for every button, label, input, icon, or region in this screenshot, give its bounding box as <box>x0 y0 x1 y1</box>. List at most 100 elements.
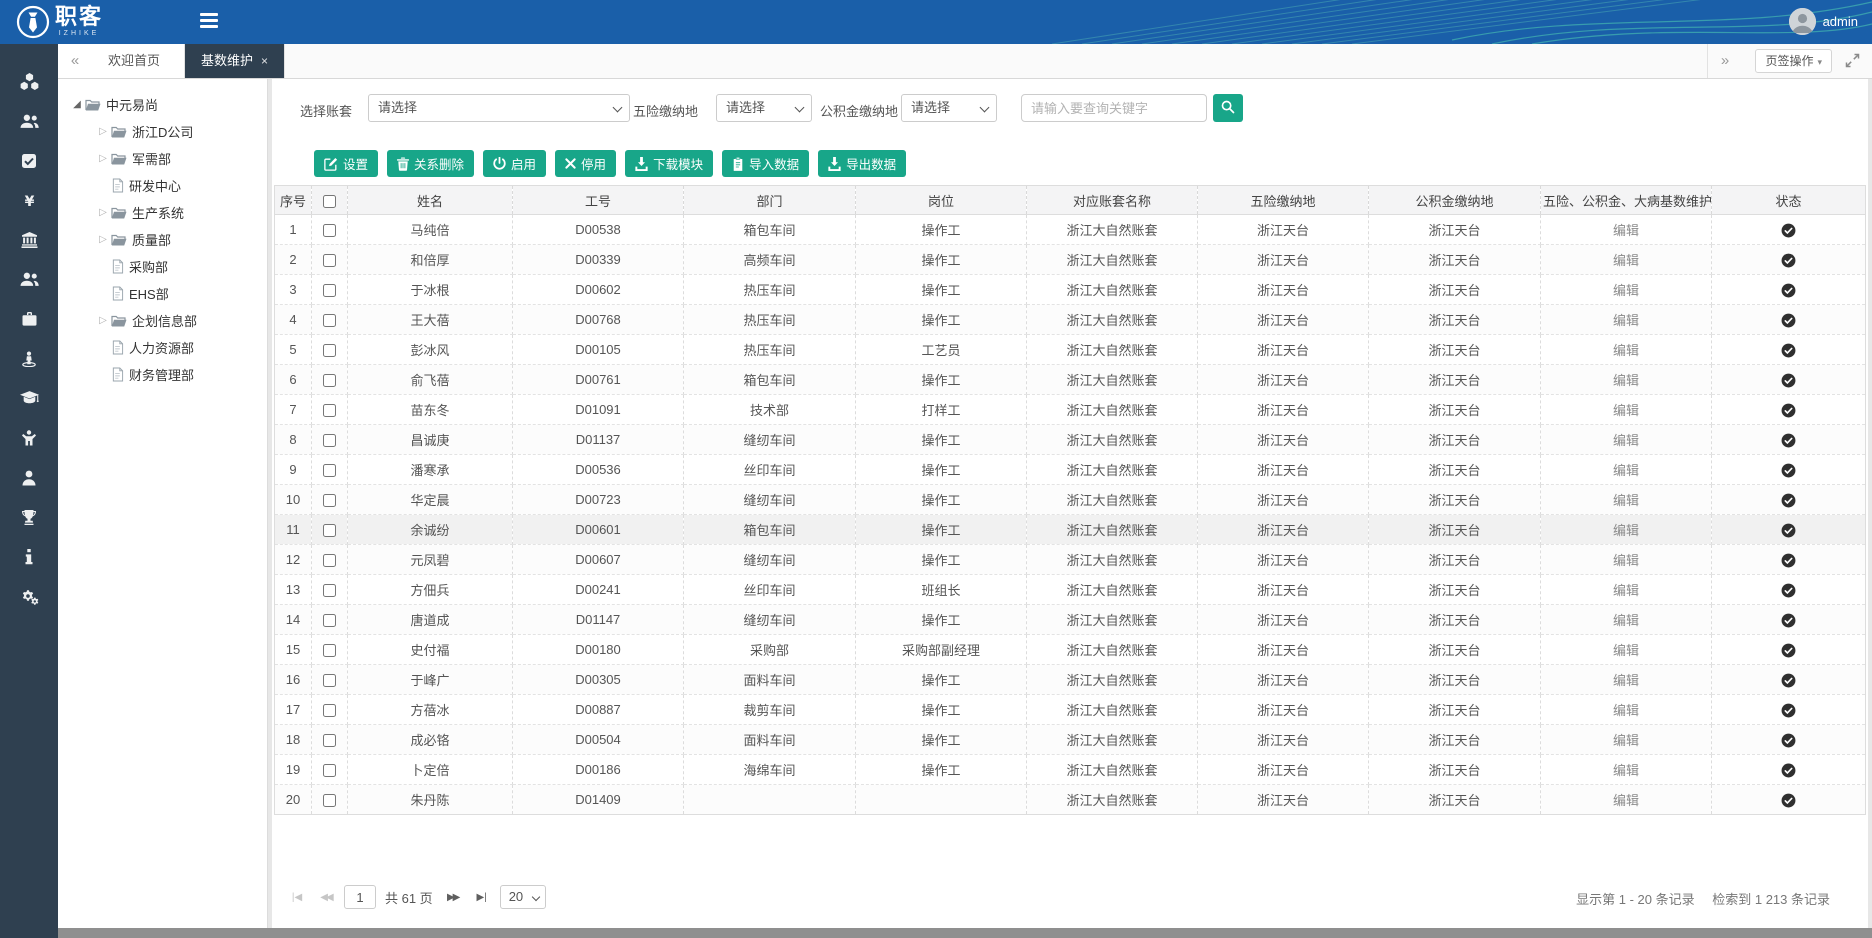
tree-item[interactable]: ▷ 军需部 <box>58 145 267 172</box>
account-select[interactable]: 请选择 <box>368 94 630 122</box>
table-row[interactable]: 11 余诚纷 D00601 箱包车间 操作工 浙江大自然账套 浙江天台 浙江天台… <box>275 515 1866 545</box>
expand-icon[interactable] <box>1845 53 1860 71</box>
status-enabled-icon[interactable] <box>1781 763 1796 778</box>
table-row[interactable]: 5 彭冰风 D00105 热压车间 工艺员 浙江大自然账套 浙江天台 浙江天台 … <box>275 335 1866 365</box>
status-enabled-icon[interactable] <box>1781 493 1796 508</box>
table-row[interactable]: 13 方佃兵 D00241 丝印车间 班组长 浙江大自然账套 浙江天台 浙江天台… <box>275 575 1866 605</box>
edit-link[interactable]: 编辑 <box>1613 613 1639 628</box>
table-row[interactable]: 16 于峰广 D00305 面料车间 操作工 浙江大自然账套 浙江天台 浙江天台… <box>275 665 1866 695</box>
tab-close-icon[interactable]: × <box>261 54 268 68</box>
sidebar-item[interactable] <box>0 62 58 102</box>
tree-item[interactable]: 研发中心 <box>58 172 267 199</box>
sidebar-item[interactable] <box>0 537 58 577</box>
edit-link[interactable]: 编辑 <box>1613 373 1639 388</box>
tree-item[interactable]: ▷ 浙江D公司 <box>58 118 267 145</box>
table-row[interactable]: 9 潘寒承 D00536 丝印车间 操作工 浙江大自然账套 浙江天台 浙江天台 … <box>275 455 1866 485</box>
status-enabled-icon[interactable] <box>1781 793 1796 808</box>
status-enabled-icon[interactable] <box>1781 433 1796 448</box>
status-enabled-icon[interactable] <box>1781 463 1796 478</box>
edit-link[interactable]: 编辑 <box>1613 703 1639 718</box>
scroll-tabs-left-icon[interactable]: « <box>58 44 93 78</box>
tree-item[interactable]: ◢ 中元易尚 <box>58 91 267 118</box>
row-checkbox[interactable] <box>323 554 336 567</box>
edit-link[interactable]: 编辑 <box>1613 283 1639 298</box>
sidebar-item[interactable] <box>0 220 58 260</box>
edit-link[interactable]: 编辑 <box>1613 673 1639 688</box>
status-enabled-icon[interactable] <box>1781 313 1796 328</box>
page-size-select[interactable]: 20 <box>500 885 546 909</box>
edit-link[interactable]: 编辑 <box>1613 493 1639 508</box>
table-row[interactable]: 17 方蓓冰 D00887 裁剪车间 操作工 浙江大自然账套 浙江天台 浙江天台… <box>275 695 1866 725</box>
tree-item[interactable]: 财务管理部 <box>58 361 267 388</box>
status-enabled-icon[interactable] <box>1781 253 1796 268</box>
table-row[interactable]: 1 马纯倍 D00538 箱包车间 操作工 浙江大自然账套 浙江天台 浙江天台 … <box>275 215 1866 245</box>
tree-item[interactable]: EHS部 <box>58 280 267 307</box>
first-page-icon[interactable]: |◀ <box>286 885 308 909</box>
tree-item[interactable]: 采购部 <box>58 253 267 280</box>
status-enabled-icon[interactable] <box>1781 583 1796 598</box>
table-row[interactable]: 3 于冰根 D00602 热压车间 操作工 浙江大自然账套 浙江天台 浙江天台 … <box>275 275 1866 305</box>
table-row[interactable]: 15 史付福 D00180 采购部 采购部副经理 浙江大自然账套 浙江天台 浙江… <box>275 635 1866 665</box>
power-button[interactable]: 启用 <box>483 150 546 177</box>
row-checkbox[interactable] <box>323 674 336 687</box>
row-checkbox[interactable] <box>323 704 336 717</box>
search-button[interactable] <box>1213 94 1243 122</box>
search-input[interactable] <box>1021 94 1207 122</box>
trash-button[interactable]: 关系删除 <box>387 150 474 177</box>
row-checkbox[interactable] <box>323 734 336 747</box>
edit-link[interactable]: 编辑 <box>1613 793 1639 808</box>
row-checkbox[interactable] <box>323 524 336 537</box>
sidebar-item[interactable] <box>0 418 58 458</box>
table-row[interactable]: 10 华定晨 D00723 缝纫车间 操作工 浙江大自然账套 浙江天台 浙江天台… <box>275 485 1866 515</box>
scroll-tabs-right-icon[interactable]: » <box>1707 44 1742 78</box>
tree-caret-icon[interactable]: ▷ <box>96 315 110 326</box>
status-enabled-icon[interactable] <box>1781 673 1796 688</box>
row-checkbox[interactable] <box>323 644 336 657</box>
prev-page-icon[interactable]: ◀◀ <box>315 885 337 909</box>
edit-link[interactable]: 编辑 <box>1613 343 1639 358</box>
table-row[interactable]: 20 朱丹陈 D01409 浙江大自然账套 浙江天台 浙江天台 编辑 <box>275 785 1866 815</box>
table-row[interactable]: 4 王大蓓 D00768 热压车间 操作工 浙江大自然账套 浙江天台 浙江天台 … <box>275 305 1866 335</box>
tree-caret-icon[interactable]: ▷ <box>96 234 110 245</box>
edit-link[interactable]: 编辑 <box>1613 223 1639 238</box>
tree-caret-icon[interactable]: ◢ <box>70 99 84 110</box>
edit-link[interactable]: 编辑 <box>1613 643 1639 658</box>
row-checkbox[interactable] <box>323 314 336 327</box>
edit-link[interactable]: 编辑 <box>1613 523 1639 538</box>
row-checkbox[interactable] <box>323 344 336 357</box>
sidebar-item[interactable] <box>0 498 58 538</box>
row-checkbox[interactable] <box>323 584 336 597</box>
edit-link[interactable]: 编辑 <box>1613 313 1639 328</box>
download-button[interactable]: 下载模块 <box>625 150 713 177</box>
status-enabled-icon[interactable] <box>1781 643 1796 658</box>
status-enabled-icon[interactable] <box>1781 523 1796 538</box>
sidebar-item[interactable] <box>0 102 58 142</box>
row-checkbox[interactable] <box>323 224 336 237</box>
tree-item[interactable]: ▷ 企划信息部 <box>58 307 267 334</box>
edit-link[interactable]: 编辑 <box>1613 253 1639 268</box>
fund-city-select[interactable]: 请选择 <box>901 94 997 122</box>
table-row[interactable]: 18 成必铬 D00504 面料车间 操作工 浙江大自然账套 浙江天台 浙江天台… <box>275 725 1866 755</box>
edit-link[interactable]: 编辑 <box>1613 403 1639 418</box>
select-all-checkbox[interactable] <box>323 195 336 208</box>
row-checkbox[interactable] <box>323 434 336 447</box>
edit-button[interactable]: 设置 <box>314 150 378 177</box>
table-row[interactable]: 2 和倍厚 D00339 高频车间 操作工 浙江大自然账套 浙江天台 浙江天台 … <box>275 245 1866 275</box>
tab-actions-dropdown[interactable]: 页签操作▾ <box>1755 49 1832 73</box>
insurance-city-select[interactable]: 请选择 <box>716 94 812 122</box>
tree-item[interactable]: ▷ 生产系统 <box>58 199 267 226</box>
edit-link[interactable]: 编辑 <box>1613 583 1639 598</box>
edit-link[interactable]: 编辑 <box>1613 553 1639 568</box>
tree-caret-icon[interactable]: ▷ <box>96 207 110 218</box>
edit-link[interactable]: 编辑 <box>1613 433 1639 448</box>
sidebar-item[interactable] <box>0 260 58 300</box>
sidebar-item[interactable] <box>0 458 58 498</box>
sidebar-item[interactable] <box>0 379 58 419</box>
tab[interactable]: 欢迎首页 <box>92 44 185 78</box>
user-menu[interactable]: admin <box>1789 8 1858 35</box>
export-button[interactable]: 导出数据 <box>818 150 906 177</box>
status-enabled-icon[interactable] <box>1781 373 1796 388</box>
status-enabled-icon[interactable] <box>1781 283 1796 298</box>
next-page-icon[interactable]: ▶▶ <box>442 885 464 909</box>
table-row[interactable]: 19 卜定倍 D00186 海绵车间 操作工 浙江大自然账套 浙江天台 浙江天台… <box>275 755 1866 785</box>
